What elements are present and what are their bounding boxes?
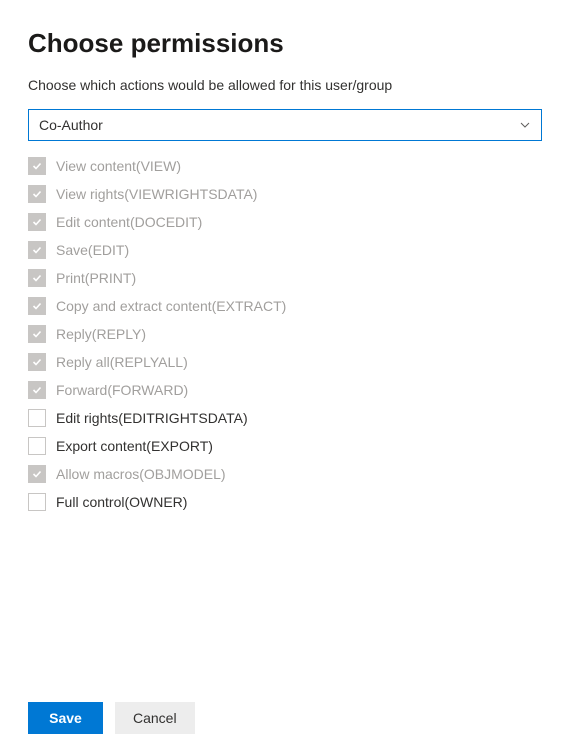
permission-checkbox bbox=[28, 213, 46, 231]
permission-label: Edit rights(EDITRIGHTSDATA) bbox=[56, 410, 248, 426]
dropdown-selected-label: Co-Author bbox=[39, 117, 103, 133]
permission-label: View content(VIEW) bbox=[56, 158, 181, 174]
permission-checkbox bbox=[28, 381, 46, 399]
permission-label: Full control(OWNER) bbox=[56, 494, 187, 510]
permission-checkbox bbox=[28, 297, 46, 315]
permission-checkbox[interactable] bbox=[28, 493, 46, 511]
permission-row: Save(EDIT) bbox=[28, 241, 542, 259]
permissions-list: View content(VIEW) View rights(VIEWRIGHTS… bbox=[28, 157, 542, 511]
permission-label: Reply all(REPLYALL) bbox=[56, 354, 188, 370]
chevron-down-icon bbox=[519, 119, 531, 131]
permission-checkbox bbox=[28, 241, 46, 259]
permission-label: Forward(FORWARD) bbox=[56, 382, 188, 398]
permission-row: Edit rights(EDITRIGHTSDATA) bbox=[28, 409, 542, 427]
page-subtitle: Choose which actions would be allowed fo… bbox=[28, 77, 542, 93]
permission-checkbox bbox=[28, 269, 46, 287]
permission-row: Reply(REPLY) bbox=[28, 325, 542, 343]
permission-row: Copy and extract content(EXTRACT) bbox=[28, 297, 542, 315]
permission-row: Reply all(REPLYALL) bbox=[28, 353, 542, 371]
permission-row: Allow macros(OBJMODEL) bbox=[28, 465, 542, 483]
permission-checkbox bbox=[28, 465, 46, 483]
permission-row: Edit content(DOCEDIT) bbox=[28, 213, 542, 231]
permission-row: Print(PRINT) bbox=[28, 269, 542, 287]
permission-label: Edit content(DOCEDIT) bbox=[56, 214, 202, 230]
save-button[interactable]: Save bbox=[28, 702, 103, 734]
permission-row: Export content(EXPORT) bbox=[28, 437, 542, 455]
permission-label: Allow macros(OBJMODEL) bbox=[56, 466, 226, 482]
permission-row: View rights(VIEWRIGHTSDATA) bbox=[28, 185, 542, 203]
footer-actions: Save Cancel bbox=[28, 702, 195, 734]
permission-checkbox[interactable] bbox=[28, 437, 46, 455]
permission-label: Save(EDIT) bbox=[56, 242, 129, 258]
cancel-button[interactable]: Cancel bbox=[115, 702, 195, 734]
permission-label: View rights(VIEWRIGHTSDATA) bbox=[56, 186, 257, 202]
permission-preset-dropdown[interactable]: Co-Author bbox=[28, 109, 542, 141]
permission-checkbox bbox=[28, 185, 46, 203]
permission-label: Copy and extract content(EXTRACT) bbox=[56, 298, 286, 314]
permission-checkbox bbox=[28, 325, 46, 343]
permission-checkbox bbox=[28, 157, 46, 175]
permission-checkbox bbox=[28, 353, 46, 371]
permission-row: View content(VIEW) bbox=[28, 157, 542, 175]
permission-row: Forward(FORWARD) bbox=[28, 381, 542, 399]
permission-label: Print(PRINT) bbox=[56, 270, 136, 286]
permission-label: Reply(REPLY) bbox=[56, 326, 146, 342]
permission-checkbox[interactable] bbox=[28, 409, 46, 427]
permission-label: Export content(EXPORT) bbox=[56, 438, 213, 454]
permission-row: Full control(OWNER) bbox=[28, 493, 542, 511]
page-title: Choose permissions bbox=[28, 28, 542, 59]
